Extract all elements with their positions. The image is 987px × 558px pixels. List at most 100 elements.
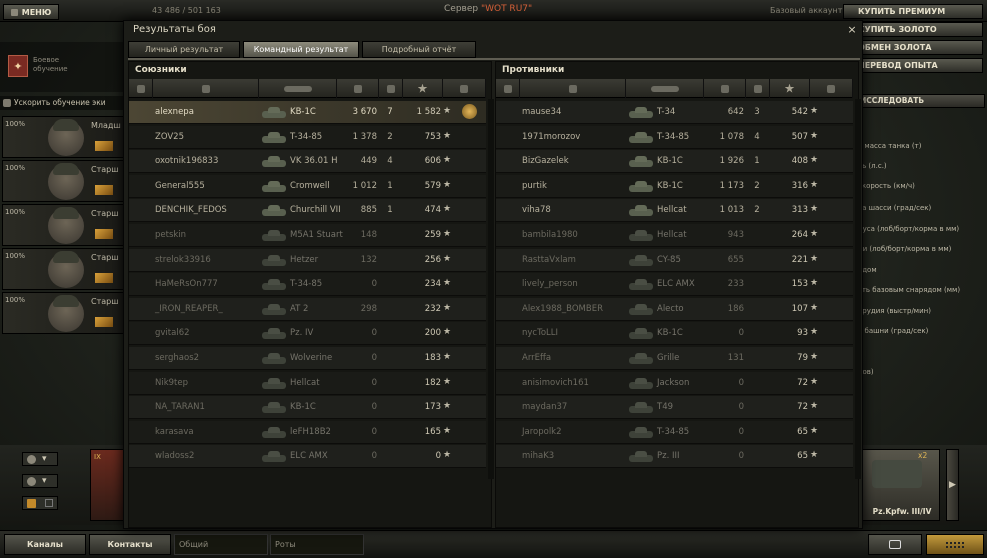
column-header[interactable] xyxy=(746,79,770,98)
player-name[interactable]: bambila1980 xyxy=(522,230,578,240)
ready-filter[interactable] xyxy=(22,496,58,510)
chat-companies-tab[interactable]: Роты xyxy=(270,534,364,555)
table-row[interactable]: mihaK3 Pz. III 0 65 ★ xyxy=(496,445,853,469)
player-name[interactable]: mihaK3 xyxy=(522,451,554,461)
exchange-gold-button[interactable]: ОБМЕН ЗОЛОТА xyxy=(843,40,983,55)
crew-member[interactable]: 100% Старш xyxy=(2,292,124,334)
table-row[interactable]: strelok33916 Hetzer 132 256 ★ xyxy=(129,248,486,272)
player-name[interactable]: mause34 xyxy=(522,107,561,117)
column-header[interactable] xyxy=(770,79,810,98)
table-row[interactable]: maydan37 T49 0 72 ★ xyxy=(496,396,853,420)
table-row[interactable]: viha78 Hellcat 1 013 2 313 ★ xyxy=(496,199,853,223)
table-row[interactable]: Nik9tep Hellcat 0 182 ★ xyxy=(129,371,486,395)
player-name[interactable]: ArrEffa xyxy=(522,353,551,363)
close-icon[interactable]: × xyxy=(845,22,859,36)
player-name[interactable]: nycToLLI xyxy=(522,328,558,338)
player-name[interactable]: RasttaVxlam xyxy=(522,255,576,265)
column-header[interactable] xyxy=(810,79,853,98)
table-row[interactable]: BizGazelek KB-1C 1 926 1 408 ★ xyxy=(496,150,853,174)
player-name[interactable]: 1971morozov xyxy=(522,132,580,142)
table-row[interactable]: HaMeRsOn777 T-34-85 0 234 ★ xyxy=(129,273,486,297)
table-row[interactable]: Jaropolk2 T-34-85 0 65 ★ xyxy=(496,420,853,444)
table-row[interactable]: lively_person ELC AMX 233 153 ★ xyxy=(496,273,853,297)
nation-filter[interactable]: ▾ xyxy=(22,452,58,466)
player-name[interactable]: _IRON_REAPER_ xyxy=(155,304,223,314)
table-row[interactable]: mause34 T-34 642 3 542 ★ xyxy=(496,101,853,124)
table-row[interactable]: anisimovich161 Jackson 0 72 ★ xyxy=(496,371,853,395)
column-header[interactable] xyxy=(626,79,704,98)
player-name[interactable]: viha78 xyxy=(522,205,551,215)
service-button[interactable] xyxy=(926,534,984,555)
column-header[interactable] xyxy=(520,79,626,98)
column-header[interactable] xyxy=(153,79,259,98)
table-row[interactable]: ArrEffa Grille 131 79 ★ xyxy=(496,347,853,370)
player-name[interactable]: Alex1988_BOMBER xyxy=(522,304,603,314)
training-title[interactable]: Боевое обучение xyxy=(33,56,93,74)
table-row[interactable]: oxotnik196833 VK 36.01 H 449 4 606 ★ xyxy=(129,150,486,174)
column-header[interactable] xyxy=(379,79,403,98)
buy-premium-button[interactable]: КУПИТЬ ПРЕМИУМ xyxy=(843,4,983,19)
column-header[interactable] xyxy=(704,79,746,98)
table-row[interactable]: petskin M5A1 Stuart 148 259 ★ xyxy=(129,224,486,247)
checkbox[interactable] xyxy=(45,499,53,507)
menu-button[interactable]: МЕНЮ xyxy=(3,4,59,20)
player-name[interactable]: alexnepa xyxy=(155,107,194,117)
column-header[interactable] xyxy=(443,79,486,98)
table-row[interactable]: RasttaVxlam CY-85 655 221 ★ xyxy=(496,248,853,272)
crew-member[interactable]: 100% Старш xyxy=(2,204,124,246)
table-row[interactable]: Alex1988_BOMBER Alecto 186 107 ★ xyxy=(496,297,853,321)
table-row[interactable]: wladoss2 ELC AMX 0 0 ★ xyxy=(129,445,486,469)
player-name[interactable]: gvital62 xyxy=(155,328,190,338)
column-header[interactable] xyxy=(496,79,520,98)
table-row[interactable]: General555 Cromwell 1 012 1 579 ★ xyxy=(129,174,486,198)
table-row[interactable]: NA_TARAN1 KB-1C 0 173 ★ xyxy=(129,396,486,420)
player-name[interactable]: wladoss2 xyxy=(155,451,194,461)
crew-member[interactable]: 100% Младш xyxy=(2,116,124,158)
player-name[interactable]: maydan37 xyxy=(522,402,567,412)
table-row[interactable]: _IRON_REAPER_ AT 2 298 232 ★ xyxy=(129,297,486,321)
type-filter[interactable]: ▾ xyxy=(22,474,58,488)
accelerate-training-toggle[interactable]: Ускорить обучение эки xyxy=(0,96,125,110)
player-name[interactable]: strelok33916 xyxy=(155,255,211,265)
table-row[interactable]: nycToLLI KB-1C 0 93 ★ xyxy=(496,322,853,346)
column-header[interactable] xyxy=(129,79,153,98)
table-row[interactable]: 1971morozov T-34-85 1 078 4 507 ★ xyxy=(496,125,853,149)
tab-personal[interactable]: Личный результат xyxy=(128,41,240,58)
tab-detailed[interactable]: Подробный отчёт xyxy=(362,41,476,58)
table-row[interactable]: serghaos2 Wolverine 0 183 ★ xyxy=(129,347,486,370)
table-row[interactable]: DENCHIK_FEDOS Churchill VII 885 1 474 ★ xyxy=(129,199,486,223)
player-name[interactable]: karasava xyxy=(155,427,194,437)
player-name[interactable]: DENCHIK_FEDOS xyxy=(155,205,227,215)
player-name[interactable]: HaMeRsOn777 xyxy=(155,279,218,289)
player-name[interactable]: General555 xyxy=(155,181,205,191)
crew-member[interactable]: 100% Старш xyxy=(2,160,124,202)
table-row[interactable]: purtik KB-1C 1 173 2 316 ★ xyxy=(496,174,853,198)
player-name[interactable]: purtik xyxy=(522,181,547,191)
channels-button[interactable]: Каналы xyxy=(4,534,86,555)
player-name[interactable]: Jaropolk2 xyxy=(522,427,562,437)
convert-xp-button[interactable]: ПЕРЕВОД ОПЫТА xyxy=(843,58,983,73)
player-name[interactable]: anisimovich161 xyxy=(522,378,589,388)
buy-gold-button[interactable]: КУПИТЬ ЗОЛОТО xyxy=(843,22,983,37)
player-name[interactable]: ZOV25 xyxy=(155,132,184,142)
table-row[interactable]: alexnepa KB-1C 3 670 7 1 582 ★ xyxy=(129,101,486,124)
notifications-button[interactable] xyxy=(868,534,922,555)
medal-icon[interactable] xyxy=(462,104,477,119)
table-row[interactable]: bambila1980 Hellcat 943 264 ★ xyxy=(496,224,853,247)
training-emblem-icon[interactable]: ✦ xyxy=(8,55,28,77)
crew-member[interactable]: 100% Старш xyxy=(2,248,124,290)
table-row[interactable]: ZOV25 T-34-85 1 378 2 753 ★ xyxy=(129,125,486,149)
table-row[interactable]: gvital62 Pz. IV 0 200 ★ xyxy=(129,322,486,346)
player-name[interactable]: BizGazelek xyxy=(522,156,569,166)
player-name[interactable]: petskin xyxy=(155,230,186,240)
research-button[interactable]: ИССЛЕДОВАТЬ xyxy=(853,94,985,108)
player-name[interactable]: Nik9tep xyxy=(155,378,188,388)
column-header[interactable] xyxy=(403,79,443,98)
tab-team[interactable]: Командный результат xyxy=(243,41,359,58)
contacts-button[interactable]: Контакты xyxy=(89,534,171,555)
carousel-scroll-right[interactable]: ▶ xyxy=(946,449,959,521)
player-name[interactable]: serghaos2 xyxy=(155,353,199,363)
tank-card[interactable]: IX xyxy=(90,449,126,521)
table-row[interactable]: karasava leFH18B2 0 165 ★ xyxy=(129,420,486,444)
allies-scrollbar[interactable] xyxy=(488,99,494,479)
